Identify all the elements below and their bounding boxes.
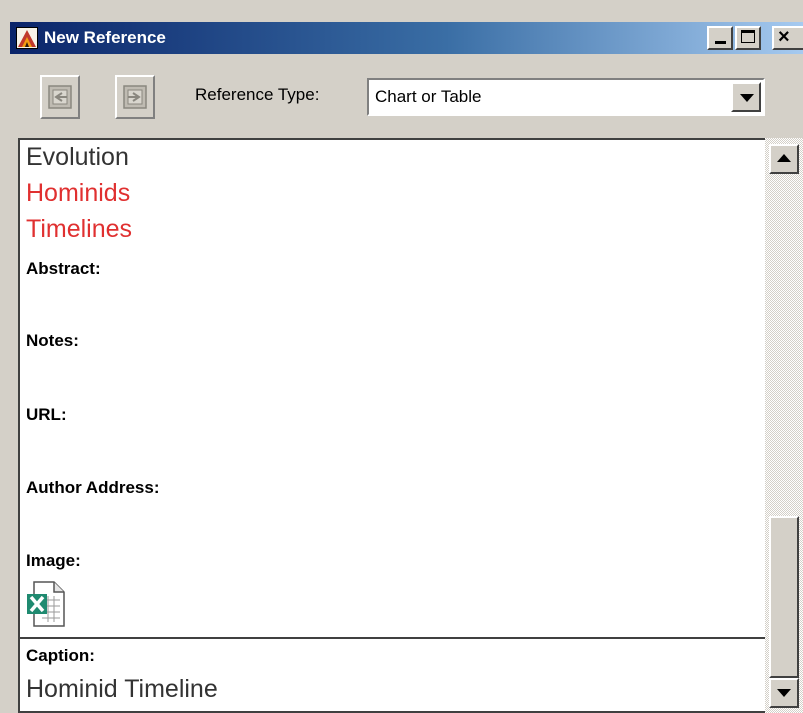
reference-type-value: Chart or Table [375,87,482,106]
close-icon: × [778,26,790,48]
scroll-up-button[interactable] [769,144,799,174]
close-button[interactable]: × [772,26,803,50]
previous-reference-icon [48,85,72,109]
chevron-down-icon [777,689,791,697]
reference-type-label: Reference Type: [195,85,320,104]
reference-fields-panel[interactable]: Evolution Hominids Timelines Abstract: N… [18,138,803,713]
keyword-hominids[interactable]: Hominids [26,178,130,208]
endnote-logo-icon [16,27,38,49]
minimize-button[interactable] [707,26,733,50]
vertical-scrollbar[interactable] [765,138,803,713]
title-bar[interactable]: New Reference × [10,22,803,54]
scroll-down-button[interactable] [769,678,799,708]
author-address-label: Author Address: [26,478,160,497]
image-label: Image: [26,551,81,570]
caption-value[interactable]: Hominid Timeline [26,674,218,704]
maximize-button[interactable] [735,26,761,50]
notes-label: Notes: [26,331,79,350]
maximize-icon [741,30,755,43]
excel-file-icon[interactable] [26,580,66,633]
new-reference-window: New Reference × Reference Type: Chart or… [0,0,803,713]
window-title: New Reference [44,28,166,47]
next-reference-button[interactable] [115,75,155,119]
reference-type-dropdown-button[interactable] [731,82,761,112]
keyword-evolution[interactable]: Evolution [26,142,129,172]
abstract-label: Abstract: [26,259,101,278]
chevron-up-icon [777,154,791,162]
previous-reference-button[interactable] [40,75,80,119]
caption-label: Caption: [26,646,95,665]
next-reference-icon [123,85,147,109]
reference-type-select[interactable]: Chart or Table [367,78,765,116]
caption-field[interactable]: Caption: Hominid Timeline [20,637,767,713]
chevron-down-icon [740,94,754,102]
scroll-thumb[interactable] [769,516,799,678]
keyword-timelines[interactable]: Timelines [26,214,132,244]
url-label: URL: [26,405,67,424]
minimize-icon [715,41,726,44]
